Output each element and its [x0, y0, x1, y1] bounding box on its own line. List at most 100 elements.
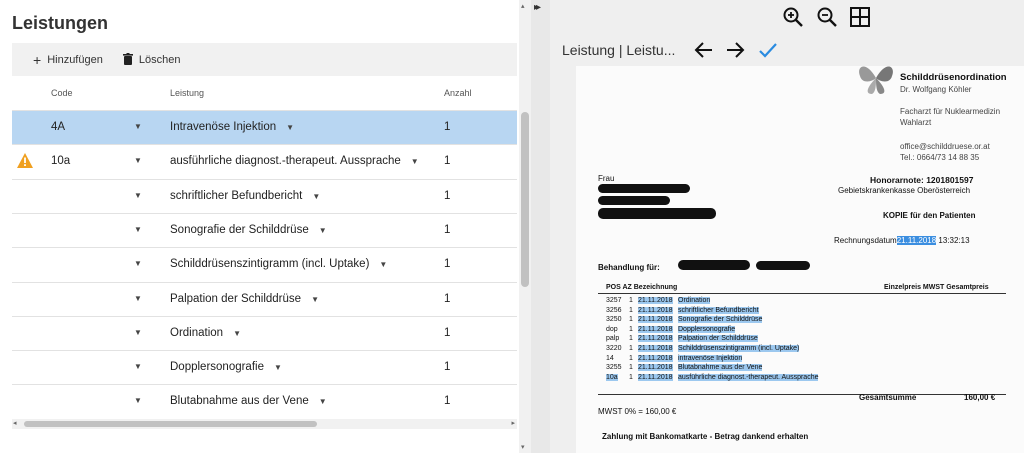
- chevron-down-icon[interactable]: ▼: [134, 259, 142, 268]
- delete-button[interactable]: Löschen: [115, 43, 189, 76]
- table-row[interactable]: ▼ Schilddrüsenszintigramm (incl. Uptake) ▼…: [12, 247, 517, 281]
- table-row[interactable]: ▼ Dopplersonografie ▼ 1: [12, 350, 517, 384]
- cell-anzahl[interactable]: 1: [444, 258, 450, 270]
- table-row[interactable]: 10a ▼ ausführliche diagnost.-therapeut. Au…: [12, 144, 517, 178]
- add-button-label: Hinzufügen: [47, 53, 103, 66]
- salutation: Frau: [598, 174, 615, 183]
- panel-divider[interactable]: ▸▸: [531, 0, 550, 453]
- chevron-down-icon[interactable]: ▼: [134, 122, 142, 131]
- invoice-date: Rechnungsdatum21.11.2018 13:32:13: [834, 236, 970, 245]
- chevron-down-icon[interactable]: ▼: [134, 362, 142, 371]
- grid-icon[interactable]: [849, 6, 871, 28]
- check-icon[interactable]: [757, 39, 779, 61]
- table-row[interactable]: 4A ▼ Intravenöse Injektion ▼ 1: [12, 110, 517, 144]
- vertical-scroll-thumb[interactable]: [521, 112, 529, 287]
- invoice-line-date: 21.11.2018: [638, 364, 673, 372]
- invoice-line-pos: dop: [606, 325, 618, 333]
- invoice-line-az: 1: [629, 325, 633, 333]
- cell-leistung[interactable]: Dopplersonografie ▼: [170, 361, 282, 373]
- scroll-up-icon[interactable]: ▴: [521, 2, 525, 10]
- table-row[interactable]: ▼ Palpation der Schilddrüse ▼ 1: [12, 281, 517, 316]
- chevron-down-icon[interactable]: ▼: [134, 396, 142, 405]
- cell-anzahl[interactable]: 1: [444, 121, 450, 133]
- vertical-scrollbar[interactable]: ▴ ▾: [519, 0, 531, 453]
- chevron-down-icon[interactable]: ▼: [319, 397, 327, 406]
- clinic-phone: Tel.: 0664/73 14 88 35: [900, 153, 980, 162]
- table-row[interactable]: ▼ Sonografie der Schilddrüse ▼ 1: [12, 212, 517, 247]
- invoice-line-text: Ordination: [678, 297, 711, 304]
- arrow-left-icon[interactable]: [693, 39, 715, 61]
- cell-leistung[interactable]: Palpation der Schilddrüse ▼: [170, 293, 319, 305]
- chevron-down-icon[interactable]: ▼: [379, 260, 387, 269]
- chevron-down-icon[interactable]: ▼: [233, 329, 241, 338]
- chevron-down-icon[interactable]: ▼: [411, 157, 419, 166]
- chevron-down-icon[interactable]: ▼: [286, 123, 294, 132]
- add-icon: +: [33, 51, 42, 68]
- invoice-time: 13:32:13: [938, 236, 970, 245]
- chevron-down-icon[interactable]: ▼: [311, 295, 319, 304]
- column-header-code[interactable]: Code: [51, 88, 73, 98]
- toolbar: + Hinzufügen Löschen: [12, 43, 517, 76]
- honorarnote: Honorarnote: 1201801597: [870, 175, 974, 185]
- column-header-anzahl[interactable]: Anzahl: [444, 88, 472, 98]
- add-button[interactable]: + Hinzufügen: [25, 43, 111, 76]
- horizontal-scrollbar[interactable]: ◂ ▸: [12, 419, 517, 429]
- cell-leistung-text: Dopplersonografie: [170, 361, 264, 374]
- invoice-line-text: Sonografie der Schilddrüse: [678, 316, 763, 324]
- cell-leistung[interactable]: Ordination ▼: [170, 327, 241, 339]
- zoom-out-icon[interactable]: [816, 6, 838, 28]
- scroll-down-icon[interactable]: ▾: [521, 443, 525, 451]
- document-navbar: Leistung | Leistu...: [550, 34, 1024, 66]
- treatment-for-label: Behandlung für:: [598, 263, 660, 272]
- arrow-right-icon[interactable]: [724, 39, 746, 61]
- invoice-line-text: ausführliche diagnost.-therapeut. Ausspr…: [678, 373, 819, 381]
- table-row[interactable]: ▼ schriftlicher Befundbericht ▼ 1: [12, 178, 517, 213]
- scroll-left-icon[interactable]: ◂: [13, 419, 17, 427]
- invoice-line-pos: 3255: [606, 364, 622, 372]
- invoice-line-az: 1: [629, 373, 633, 381]
- zoom-in-icon[interactable]: [782, 6, 804, 28]
- cell-leistung[interactable]: schriftlicher Befundbericht ▼: [170, 190, 320, 202]
- invoice-document[interactable]: Schilddrüsenordination Dr. Wolfgang Köhl…: [576, 66, 1024, 453]
- cell-anzahl[interactable]: 1: [444, 190, 450, 202]
- cell-anzahl[interactable]: 1: [444, 361, 450, 373]
- cell-leistung[interactable]: Sonografie der Schilddrüse ▼: [170, 224, 327, 236]
- cell-leistung[interactable]: Schilddrüsenszintigramm (incl. Uptake) ▼: [170, 258, 387, 270]
- cell-leistung-text: schriftlicher Befundbericht: [170, 189, 303, 202]
- doctor-name: Dr. Wolfgang Köhler: [900, 85, 972, 94]
- table-row[interactable]: ▼ Blutabnahme aus der Vene ▼ 1: [12, 384, 517, 418]
- cell-leistung[interactable]: Blutabnahme aus der Vene ▼: [170, 395, 327, 407]
- scroll-right-icon[interactable]: ▸: [511, 419, 515, 427]
- chevron-down-icon[interactable]: ▼: [134, 225, 142, 234]
- cell-anzahl[interactable]: 1: [444, 327, 450, 339]
- invoice-line-text: schriftlicher Befundbericht: [678, 306, 759, 314]
- chevron-down-icon[interactable]: ▼: [319, 226, 327, 235]
- cell-leistung[interactable]: ausführliche diagnost.-therapeut. Ausspr…: [170, 155, 419, 167]
- cell-leistung-text: Intravenöse Injektion: [170, 121, 277, 133]
- cell-anzahl[interactable]: 1: [444, 293, 450, 305]
- cell-leistung[interactable]: Intravenöse Injektion ▼: [170, 121, 294, 133]
- cell-anzahl[interactable]: 1: [444, 155, 450, 167]
- chevron-down-icon[interactable]: ▼: [312, 192, 320, 201]
- invoice-line-pos: 3220: [606, 345, 622, 352]
- cell-anzahl[interactable]: 1: [444, 395, 450, 407]
- invoice-line-az: 1: [629, 335, 633, 343]
- horizontal-scroll-thumb[interactable]: [24, 421, 317, 427]
- chevron-down-icon[interactable]: ▼: [134, 191, 142, 200]
- cell-code[interactable]: 10a: [51, 155, 70, 167]
- total-value: 160,00 €: [964, 393, 996, 402]
- services-table: Code Leistung Anzahl 4A ▼ Intravenöse Inje…: [12, 76, 517, 419]
- column-header-leistung[interactable]: Leistung: [170, 88, 204, 98]
- invoice-line-date: 21.11.2018: [638, 373, 673, 381]
- cell-anzahl[interactable]: 1: [444, 224, 450, 236]
- chevron-down-icon[interactable]: ▼: [134, 294, 142, 303]
- trash-icon: [122, 52, 133, 68]
- invoice-line-date: 21.11.2018: [638, 297, 673, 304]
- chevron-down-icon[interactable]: ▼: [274, 363, 282, 372]
- chevron-down-icon[interactable]: ▼: [134, 156, 142, 165]
- invoice-line-az: 1: [629, 354, 633, 362]
- double-chevron-right-icon[interactable]: ▸▸: [534, 2, 541, 13]
- cell-code[interactable]: 4A: [51, 121, 65, 133]
- chevron-down-icon[interactable]: ▼: [134, 328, 142, 337]
- table-row[interactable]: ▼ Ordination ▼ 1: [12, 315, 517, 350]
